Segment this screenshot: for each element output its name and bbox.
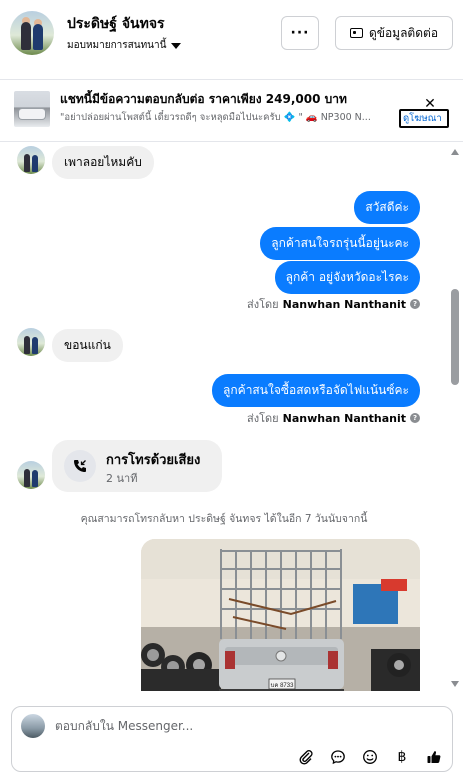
scrollbar-thumb[interactable] (451, 289, 459, 385)
outgoing-message[interactable]: ลูกค้าสนใจซื้อสดหรือจัดไฟแน้นซ์คะ (212, 374, 420, 407)
license-plate-text: บค 8733 (271, 683, 295, 689)
sent-by-label: ส่งโดย Nanwhan Nanthanit ? (247, 409, 420, 427)
contact-avatar[interactable] (10, 11, 54, 55)
voice-call-card[interactable]: การโทรด้วยเสียง 2 นาที (52, 440, 222, 492)
contact-name[interactable]: ประดิษฐ์ จันทจร (67, 13, 165, 35)
view-contact-info-label: ดูข้อมูลติดต่อ (368, 25, 439, 40)
scroll-up-arrow-icon[interactable] (451, 149, 459, 155)
view-contact-info-button[interactable]: ดูข้อมูลติดต่อ (335, 16, 453, 50)
more-options-button[interactable]: ··· (281, 16, 319, 50)
info-icon[interactable]: ? (410, 413, 420, 423)
sent-by-label: ส่งโดย Nanwhan Nanthanit ? (247, 295, 420, 313)
sent-by-name: Nanwhan Nanthanit (282, 411, 406, 425)
contact-avatar-small[interactable] (17, 328, 45, 356)
message-composer: ฿ (11, 706, 453, 772)
incoming-message[interactable]: ขอนแก่น (52, 329, 123, 362)
emoji-icon[interactable] (360, 747, 380, 767)
thumbs-up-icon[interactable] (424, 747, 444, 767)
ad-text: "อย่าปล่อยผ่านโพสต์นี้ เดี๋ยวรถดีๆ จะหลุ… (60, 112, 371, 123)
info-icon[interactable]: ? (410, 299, 420, 309)
scrollbar[interactable] (448, 143, 463, 691)
photo-attachment[interactable]: บค 8733 (141, 539, 420, 691)
ad-thumbnail (14, 91, 50, 127)
incoming-message[interactable]: เพาลอยไหมคับ (52, 146, 154, 179)
close-icon[interactable]: ✕ (421, 97, 439, 115)
sent-by-name: Nanwhan Nanthanit (282, 297, 406, 311)
message-thread[interactable]: เพาลอยไหมคับ สวัสดีค่ะ ลูกค้าสนใจรถรุ่นน… (0, 143, 448, 691)
assign-conversation-dropdown[interactable]: มอบหมายการสนทนานี้ (67, 38, 182, 53)
composer-toolbar: ฿ (292, 746, 452, 768)
sent-by-prefix: ส่งโดย (247, 298, 279, 311)
reply-input[interactable] (55, 715, 435, 737)
contact-avatar-small[interactable] (17, 146, 45, 174)
chat-bubble-icon[interactable] (328, 747, 348, 767)
baht-icon[interactable]: ฿ (392, 747, 412, 767)
paperclip-icon[interactable] (296, 747, 316, 767)
id-card-icon (349, 28, 363, 38)
caret-down-icon (171, 42, 182, 49)
ad-title: แชทนี้มีข้อความตอบกลับต่อ ราคาเพียง 249,… (60, 92, 347, 106)
call-duration: 2 นาที (106, 472, 138, 485)
assign-label: มอบหมายการสนทนานี้ (67, 40, 167, 51)
conversation-header: ประดิษฐ์ จันทจร มอบหมายการสนทนานี้ ··· ด… (0, 0, 463, 80)
missed-call-icon (64, 450, 96, 482)
callback-notice: คุณสามารถโทรกลับหา ประดิษฐ์ จันทจร ได้ใน… (80, 513, 368, 525)
sent-by-prefix: ส่งโดย (247, 412, 279, 425)
page-avatar (21, 714, 45, 738)
call-title: การโทรด้วยเสียง (106, 453, 201, 468)
outgoing-message[interactable]: ลูกค้า อยู่จังหวัดอะไรคะ (274, 261, 420, 294)
outgoing-message[interactable]: ลูกค้าสนใจรถรุ่นนี้อยู่นะคะ (260, 227, 420, 260)
outgoing-message[interactable]: สวัสดีค่ะ (354, 191, 420, 224)
scroll-down-arrow-icon[interactable] (451, 681, 459, 687)
ad-context-banner: แชทนี้มีข้อความตอบกลับต่อ ราคาเพียง 249,… (0, 80, 463, 142)
contact-avatar-small[interactable] (17, 461, 45, 489)
